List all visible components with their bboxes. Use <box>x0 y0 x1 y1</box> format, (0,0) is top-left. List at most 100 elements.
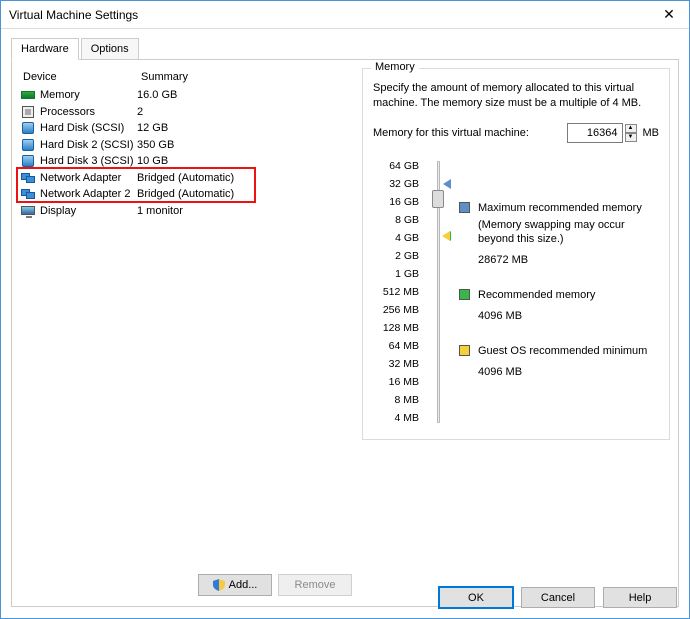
network-icon <box>20 172 36 184</box>
help-button[interactable]: Help <box>603 587 677 608</box>
memory-group-title: Memory <box>371 61 419 73</box>
tick-label: 64 GB <box>373 157 419 175</box>
legend-max-value: 28672 MB <box>478 253 659 268</box>
table-row[interactable]: Hard Disk (SCSI) 12 GB <box>20 120 352 137</box>
shield-icon <box>213 579 225 591</box>
cpu-icon <box>20 106 36 118</box>
remove-button-label: Remove <box>295 579 336 591</box>
tick-label: 128 MB <box>373 319 419 337</box>
device-buttons: Add... Remove <box>20 574 352 596</box>
add-button[interactable]: Add... <box>198 574 272 596</box>
tick-label: 32 GB <box>373 175 419 193</box>
swatch-icon <box>459 202 470 213</box>
table-rows: Memory 16.0 GB Processors 2 Hard Disk (S… <box>20 87 352 219</box>
disk-icon <box>20 122 36 134</box>
disk-icon <box>20 155 36 167</box>
tick-label: 8 MB <box>373 391 419 409</box>
tab-body: Device Summary Memory 16.0 GB Processors… <box>11 59 679 607</box>
table-row[interactable]: Network Adapter Bridged (Automatic) <box>20 170 352 187</box>
swatch-icon <box>459 345 470 356</box>
network-icon <box>20 188 36 200</box>
vm-settings-window: Virtual Machine Settings ✕ Hardware Opti… <box>0 0 690 619</box>
legend-min-label: Guest OS recommended minimum <box>478 344 647 359</box>
header-device[interactable]: Device <box>23 71 141 83</box>
device-summary: Bridged (Automatic) <box>137 172 352 184</box>
header-summary[interactable]: Summary <box>141 71 352 83</box>
legend-max: Maximum recommended memory (Memory swapp… <box>459 201 659 268</box>
display-icon <box>20 205 36 217</box>
ok-button[interactable]: OK <box>439 587 513 608</box>
device-name: Processors <box>40 106 95 118</box>
spinner-up-icon[interactable]: ▲ <box>625 124 637 133</box>
tick-label: 4 MB <box>373 409 419 427</box>
tick-label: 2 GB <box>373 247 419 265</box>
tick-label: 512 MB <box>373 283 419 301</box>
device-summary: 10 GB <box>137 155 352 167</box>
tick-label: 16 MB <box>373 373 419 391</box>
table-row[interactable]: Network Adapter 2 Bridged (Automatic) <box>20 186 352 203</box>
tick-label: 1 GB <box>373 265 419 283</box>
legend-min: Guest OS recommended minimum 4096 MB <box>459 344 659 380</box>
memory-unit: MB <box>643 127 660 139</box>
device-summary: Bridged (Automatic) <box>137 188 352 200</box>
tick-label: 256 MB <box>373 301 419 319</box>
tick-label: 4 GB <box>373 229 419 247</box>
tab-options[interactable]: Options <box>81 38 139 59</box>
device-summary: 2 <box>137 106 352 118</box>
memory-input[interactable] <box>567 123 623 143</box>
device-name: Display <box>40 205 76 217</box>
device-name: Network Adapter <box>40 172 121 184</box>
memory-description: Specify the amount of memory allocated t… <box>373 81 659 111</box>
legend-min-value: 4096 MB <box>478 365 647 380</box>
memory-slider[interactable] <box>425 157 453 427</box>
device-summary: 1 monitor <box>137 205 352 217</box>
slider-thumb-icon[interactable] <box>432 190 444 208</box>
remove-button: Remove <box>278 574 352 596</box>
close-icon[interactable]: ✕ <box>649 1 689 28</box>
device-name: Hard Disk 3 (SCSI) <box>40 155 134 167</box>
tick-label: 64 MB <box>373 337 419 355</box>
dialog-buttons: OK Cancel Help <box>439 587 677 608</box>
legend-max-note: (Memory swapping may occur beyond this s… <box>478 218 659 248</box>
disk-icon <box>20 139 36 151</box>
memory-legend: Maximum recommended memory (Memory swapp… <box>459 157 659 427</box>
legend-max-label: Maximum recommended memory <box>478 201 659 216</box>
swatch-icon <box>459 289 470 300</box>
table-row[interactable]: Hard Disk 2 (SCSI) 350 GB <box>20 137 352 154</box>
memory-input-row: Memory for this virtual machine: ▲ ▼ MB <box>373 123 659 143</box>
table-header: Device Summary <box>20 68 352 87</box>
device-table: Device Summary Memory 16.0 GB Processors… <box>20 68 352 574</box>
table-row[interactable]: Processors 2 <box>20 104 352 121</box>
tab-hardware[interactable]: Hardware <box>11 38 79 60</box>
tick-label: 16 GB <box>373 193 419 211</box>
legend-rec-label: Recommended memory <box>478 288 595 303</box>
legend-rec-value: 4096 MB <box>478 309 595 324</box>
memory-icon <box>20 89 36 101</box>
add-button-label: Add... <box>229 579 258 591</box>
max-marker-icon <box>443 179 451 189</box>
device-name: Hard Disk (SCSI) <box>40 122 124 134</box>
legend-rec: Recommended memory 4096 MB <box>459 288 659 324</box>
device-panel: Device Summary Memory 16.0 GB Processors… <box>20 68 352 596</box>
memory-panel: Memory Specify the amount of memory allo… <box>362 68 670 596</box>
spinner-down-icon[interactable]: ▼ <box>625 133 637 142</box>
device-summary: 16.0 GB <box>137 89 352 101</box>
memory-input-label: Memory for this virtual machine: <box>373 127 561 139</box>
tick-label: 8 GB <box>373 211 419 229</box>
device-name: Hard Disk 2 (SCSI) <box>40 139 134 151</box>
table-row[interactable]: Hard Disk 3 (SCSI) 10 GB <box>20 153 352 170</box>
window-title: Virtual Machine Settings <box>9 8 649 22</box>
table-row[interactable]: Display 1 monitor <box>20 203 352 220</box>
memory-spinner: ▲ ▼ <box>567 123 637 143</box>
tab-strip: Hardware Options <box>11 37 679 59</box>
device-summary: 12 GB <box>137 122 352 134</box>
device-name: Network Adapter 2 <box>40 188 131 200</box>
table-row[interactable]: Memory 16.0 GB <box>20 87 352 104</box>
min-marker-icon <box>442 231 450 241</box>
device-summary: 350 GB <box>137 139 352 151</box>
memory-groupbox: Memory Specify the amount of memory allo… <box>362 68 670 440</box>
device-name: Memory <box>40 89 80 101</box>
titlebar: Virtual Machine Settings ✕ <box>1 1 689 29</box>
cancel-button[interactable]: Cancel <box>521 587 595 608</box>
tick-label: 32 MB <box>373 355 419 373</box>
